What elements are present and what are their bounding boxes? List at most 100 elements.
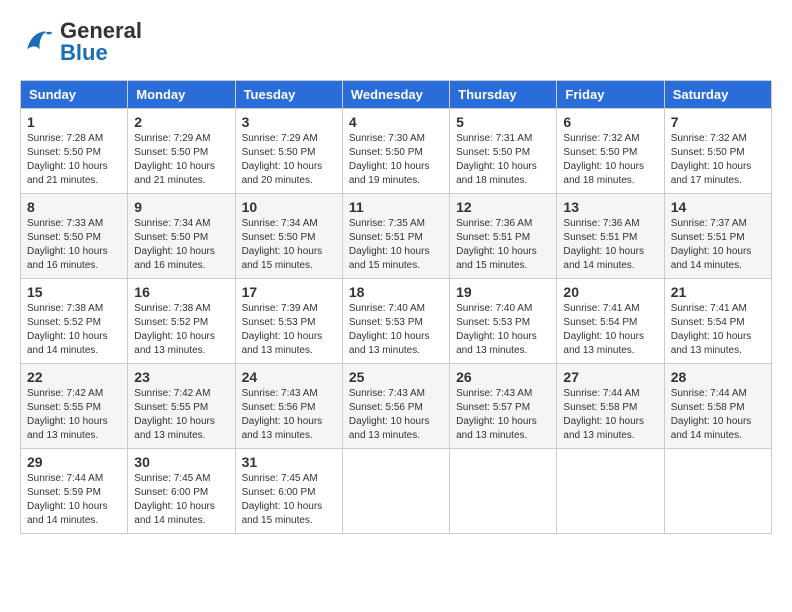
calendar-day-cell: 28 Sunrise: 7:44 AM Sunset: 5:58 PM Dayl… xyxy=(664,364,771,449)
calendar-day-cell: 25 Sunrise: 7:43 AM Sunset: 5:56 PM Dayl… xyxy=(342,364,449,449)
day-number: 16 xyxy=(134,284,228,300)
day-info: Sunrise: 7:34 AM Sunset: 5:50 PM Dayligh… xyxy=(134,217,228,273)
day-info: Sunrise: 7:38 AM Sunset: 5:52 PM Dayligh… xyxy=(134,302,228,358)
day-number: 14 xyxy=(671,199,765,215)
calendar-day-cell: 23 Sunrise: 7:42 AM Sunset: 5:55 PM Dayl… xyxy=(128,364,235,449)
day-number: 18 xyxy=(349,284,443,300)
day-info: Sunrise: 7:45 AM Sunset: 6:00 PM Dayligh… xyxy=(242,472,336,528)
header-wednesday: Wednesday xyxy=(342,81,449,109)
logo-bird-icon xyxy=(20,24,56,60)
logo: General Blue xyxy=(20,20,142,64)
day-number: 2 xyxy=(134,114,228,130)
day-number: 19 xyxy=(456,284,550,300)
calendar-day-cell: 12 Sunrise: 7:36 AM Sunset: 5:51 PM Dayl… xyxy=(450,194,557,279)
day-info: Sunrise: 7:32 AM Sunset: 5:50 PM Dayligh… xyxy=(671,132,765,188)
day-number: 8 xyxy=(27,199,121,215)
calendar-header-row: Sunday Monday Tuesday Wednesday Thursday… xyxy=(21,81,772,109)
calendar-day-cell: 6 Sunrise: 7:32 AM Sunset: 5:50 PM Dayli… xyxy=(557,109,664,194)
day-number: 26 xyxy=(456,369,550,385)
day-number: 7 xyxy=(671,114,765,130)
calendar-day-cell: 30 Sunrise: 7:45 AM Sunset: 6:00 PM Dayl… xyxy=(128,449,235,534)
day-number: 1 xyxy=(27,114,121,130)
empty-day-cell xyxy=(557,449,664,534)
calendar-day-cell: 11 Sunrise: 7:35 AM Sunset: 5:51 PM Dayl… xyxy=(342,194,449,279)
day-info: Sunrise: 7:37 AM Sunset: 5:51 PM Dayligh… xyxy=(671,217,765,273)
day-info: Sunrise: 7:29 AM Sunset: 5:50 PM Dayligh… xyxy=(242,132,336,188)
empty-day-cell xyxy=(342,449,449,534)
day-info: Sunrise: 7:31 AM Sunset: 5:50 PM Dayligh… xyxy=(456,132,550,188)
day-number: 11 xyxy=(349,199,443,215)
day-info: Sunrise: 7:43 AM Sunset: 5:56 PM Dayligh… xyxy=(349,387,443,443)
day-number: 5 xyxy=(456,114,550,130)
calendar-day-cell: 3 Sunrise: 7:29 AM Sunset: 5:50 PM Dayli… xyxy=(235,109,342,194)
day-info: Sunrise: 7:44 AM Sunset: 5:58 PM Dayligh… xyxy=(671,387,765,443)
calendar-week-row: 1 Sunrise: 7:28 AM Sunset: 5:50 PM Dayli… xyxy=(21,109,772,194)
calendar-day-cell: 24 Sunrise: 7:43 AM Sunset: 5:56 PM Dayl… xyxy=(235,364,342,449)
calendar-day-cell: 1 Sunrise: 7:28 AM Sunset: 5:50 PM Dayli… xyxy=(21,109,128,194)
day-info: Sunrise: 7:39 AM Sunset: 5:53 PM Dayligh… xyxy=(242,302,336,358)
calendar-day-cell: 22 Sunrise: 7:42 AM Sunset: 5:55 PM Dayl… xyxy=(21,364,128,449)
day-info: Sunrise: 7:29 AM Sunset: 5:50 PM Dayligh… xyxy=(134,132,228,188)
day-info: Sunrise: 7:41 AM Sunset: 5:54 PM Dayligh… xyxy=(563,302,657,358)
day-number: 13 xyxy=(563,199,657,215)
calendar-day-cell: 19 Sunrise: 7:40 AM Sunset: 5:53 PM Dayl… xyxy=(450,279,557,364)
day-info: Sunrise: 7:42 AM Sunset: 5:55 PM Dayligh… xyxy=(134,387,228,443)
day-number: 4 xyxy=(349,114,443,130)
day-info: Sunrise: 7:45 AM Sunset: 6:00 PM Dayligh… xyxy=(134,472,228,528)
logo-text: General Blue xyxy=(60,20,142,64)
calendar-day-cell: 9 Sunrise: 7:34 AM Sunset: 5:50 PM Dayli… xyxy=(128,194,235,279)
day-number: 12 xyxy=(456,199,550,215)
header-saturday: Saturday xyxy=(664,81,771,109)
calendar-day-cell: 21 Sunrise: 7:41 AM Sunset: 5:54 PM Dayl… xyxy=(664,279,771,364)
header-monday: Monday xyxy=(128,81,235,109)
day-number: 24 xyxy=(242,369,336,385)
empty-day-cell xyxy=(664,449,771,534)
calendar-week-row: 8 Sunrise: 7:33 AM Sunset: 5:50 PM Dayli… xyxy=(21,194,772,279)
day-number: 10 xyxy=(242,199,336,215)
header-tuesday: Tuesday xyxy=(235,81,342,109)
day-number: 20 xyxy=(563,284,657,300)
header-thursday: Thursday xyxy=(450,81,557,109)
calendar-day-cell: 26 Sunrise: 7:43 AM Sunset: 5:57 PM Dayl… xyxy=(450,364,557,449)
day-info: Sunrise: 7:30 AM Sunset: 5:50 PM Dayligh… xyxy=(349,132,443,188)
empty-day-cell xyxy=(450,449,557,534)
day-number: 15 xyxy=(27,284,121,300)
calendar-day-cell: 14 Sunrise: 7:37 AM Sunset: 5:51 PM Dayl… xyxy=(664,194,771,279)
day-number: 30 xyxy=(134,454,228,470)
day-info: Sunrise: 7:36 AM Sunset: 5:51 PM Dayligh… xyxy=(563,217,657,273)
header-sunday: Sunday xyxy=(21,81,128,109)
day-info: Sunrise: 7:34 AM Sunset: 5:50 PM Dayligh… xyxy=(242,217,336,273)
day-number: 28 xyxy=(671,369,765,385)
day-number: 23 xyxy=(134,369,228,385)
day-number: 31 xyxy=(242,454,336,470)
calendar-day-cell: 29 Sunrise: 7:44 AM Sunset: 5:59 PM Dayl… xyxy=(21,449,128,534)
day-number: 29 xyxy=(27,454,121,470)
calendar-week-row: 29 Sunrise: 7:44 AM Sunset: 5:59 PM Dayl… xyxy=(21,449,772,534)
calendar-week-row: 15 Sunrise: 7:38 AM Sunset: 5:52 PM Dayl… xyxy=(21,279,772,364)
calendar-day-cell: 18 Sunrise: 7:40 AM Sunset: 5:53 PM Dayl… xyxy=(342,279,449,364)
header-friday: Friday xyxy=(557,81,664,109)
day-info: Sunrise: 7:42 AM Sunset: 5:55 PM Dayligh… xyxy=(27,387,121,443)
calendar-day-cell: 5 Sunrise: 7:31 AM Sunset: 5:50 PM Dayli… xyxy=(450,109,557,194)
day-number: 25 xyxy=(349,369,443,385)
calendar-day-cell: 17 Sunrise: 7:39 AM Sunset: 5:53 PM Dayl… xyxy=(235,279,342,364)
day-number: 6 xyxy=(563,114,657,130)
calendar-day-cell: 13 Sunrise: 7:36 AM Sunset: 5:51 PM Dayl… xyxy=(557,194,664,279)
day-info: Sunrise: 7:41 AM Sunset: 5:54 PM Dayligh… xyxy=(671,302,765,358)
day-info: Sunrise: 7:40 AM Sunset: 5:53 PM Dayligh… xyxy=(456,302,550,358)
day-info: Sunrise: 7:32 AM Sunset: 5:50 PM Dayligh… xyxy=(563,132,657,188)
calendar-day-cell: 7 Sunrise: 7:32 AM Sunset: 5:50 PM Dayli… xyxy=(664,109,771,194)
calendar-day-cell: 31 Sunrise: 7:45 AM Sunset: 6:00 PM Dayl… xyxy=(235,449,342,534)
day-info: Sunrise: 7:33 AM Sunset: 5:50 PM Dayligh… xyxy=(27,217,121,273)
page-header: General Blue xyxy=(20,20,772,64)
calendar-day-cell: 4 Sunrise: 7:30 AM Sunset: 5:50 PM Dayli… xyxy=(342,109,449,194)
day-info: Sunrise: 7:43 AM Sunset: 5:56 PM Dayligh… xyxy=(242,387,336,443)
day-number: 21 xyxy=(671,284,765,300)
day-number: 3 xyxy=(242,114,336,130)
day-number: 22 xyxy=(27,369,121,385)
calendar-day-cell: 20 Sunrise: 7:41 AM Sunset: 5:54 PM Dayl… xyxy=(557,279,664,364)
day-info: Sunrise: 7:40 AM Sunset: 5:53 PM Dayligh… xyxy=(349,302,443,358)
day-number: 17 xyxy=(242,284,336,300)
calendar-day-cell: 2 Sunrise: 7:29 AM Sunset: 5:50 PM Dayli… xyxy=(128,109,235,194)
calendar-day-cell: 10 Sunrise: 7:34 AM Sunset: 5:50 PM Dayl… xyxy=(235,194,342,279)
